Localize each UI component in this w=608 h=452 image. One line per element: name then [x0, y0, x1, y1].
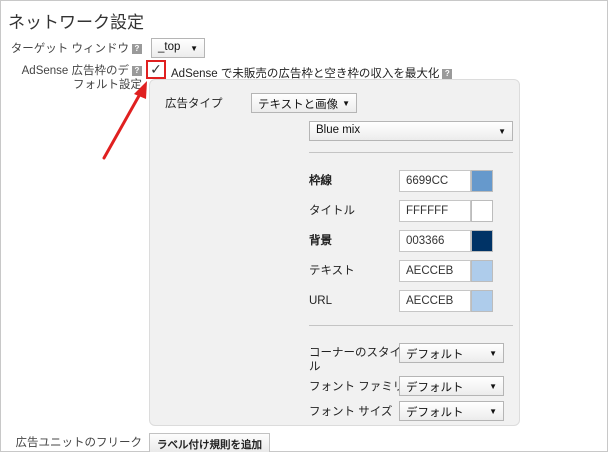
target-window-value: _top: [158, 41, 181, 53]
corner-style-label-line1: コーナーのスタイ: [309, 347, 401, 359]
adsense-maximize-checkbox[interactable]: ✓: [149, 62, 163, 76]
title-color-swatch[interactable]: [471, 200, 493, 222]
font-size-value: デフォルト: [406, 407, 464, 419]
target-window-label: ターゲット ウィンドウ?: [10, 42, 142, 56]
text-color-swatch[interactable]: [471, 260, 493, 282]
chevron-down-icon: ▼: [498, 127, 506, 136]
font-size-label: フォント サイズ: [309, 406, 393, 418]
target-window-select[interactable]: _top ▼: [151, 38, 205, 58]
font-family-value: デフォルト: [406, 382, 464, 394]
text-color-input[interactable]: AECCEB: [399, 260, 471, 282]
chevron-down-icon: ▼: [489, 407, 497, 416]
add-label-rule-button[interactable]: ラベル付け規則を追加: [149, 433, 270, 452]
background-color-input[interactable]: 003366: [399, 230, 471, 252]
title-color-label: タイトル: [309, 205, 355, 217]
border-color-input[interactable]: 6699CC: [399, 170, 471, 192]
title-color-input[interactable]: FFFFFF: [399, 200, 471, 222]
divider: [309, 325, 513, 326]
chevron-down-icon: ▼: [342, 99, 350, 108]
freak-label-text: 広告ユニットのフリーク: [15, 437, 143, 449]
adsense-settings-panel: 広告タイプ テキストと画像 ▼ Blue mix ▼ 枠線 6699CC タイト…: [149, 79, 520, 426]
page-title: ネットワーク設定: [8, 13, 144, 32]
chevron-down-icon: ▼: [489, 349, 497, 358]
border-color-label: 枠線: [309, 175, 332, 187]
help-icon[interactable]: ?: [132, 66, 142, 76]
ad-type-value: テキストと画像: [258, 99, 339, 111]
adsense-default-label: AdSense 広告枠のデ? フォルト設定: [10, 64, 142, 92]
border-color-swatch[interactable]: [471, 170, 493, 192]
background-color-swatch[interactable]: [471, 230, 493, 252]
ad-type-select[interactable]: テキストと画像 ▼: [251, 93, 357, 113]
font-size-select[interactable]: デフォルト ▼: [399, 401, 504, 421]
adsense-default-label-line1: AdSense 広告枠のデ: [21, 65, 129, 77]
adsense-default-label-line2: フォルト設定: [73, 79, 142, 91]
corner-style-label: コーナーのスタイ ル: [309, 346, 401, 374]
font-family-select[interactable]: デフォルト ▼: [399, 376, 504, 396]
text-color-label: テキスト: [309, 265, 355, 277]
chevron-down-icon: ▼: [489, 382, 497, 391]
corner-style-label-line2: ル: [309, 361, 321, 373]
url-color-label: URL: [309, 295, 333, 307]
corner-style-select[interactable]: デフォルト ▼: [399, 343, 504, 363]
divider: [309, 152, 513, 153]
palette-value: Blue mix: [316, 124, 361, 136]
help-icon[interactable]: ?: [132, 44, 142, 54]
background-color-label: 背景: [309, 235, 332, 247]
target-window-label-text: ターゲット ウィンドウ: [10, 43, 129, 55]
help-icon[interactable]: ?: [442, 69, 453, 79]
chevron-down-icon: ▼: [190, 44, 198, 53]
url-color-swatch[interactable]: [471, 290, 493, 312]
ad-type-label: 広告タイプ: [165, 98, 223, 110]
palette-select[interactable]: Blue mix ▼: [309, 121, 513, 141]
corner-style-value: デフォルト: [406, 349, 464, 361]
freak-label: 広告ユニットのフリーク?: [10, 436, 143, 452]
url-color-input[interactable]: AECCEB: [399, 290, 471, 312]
